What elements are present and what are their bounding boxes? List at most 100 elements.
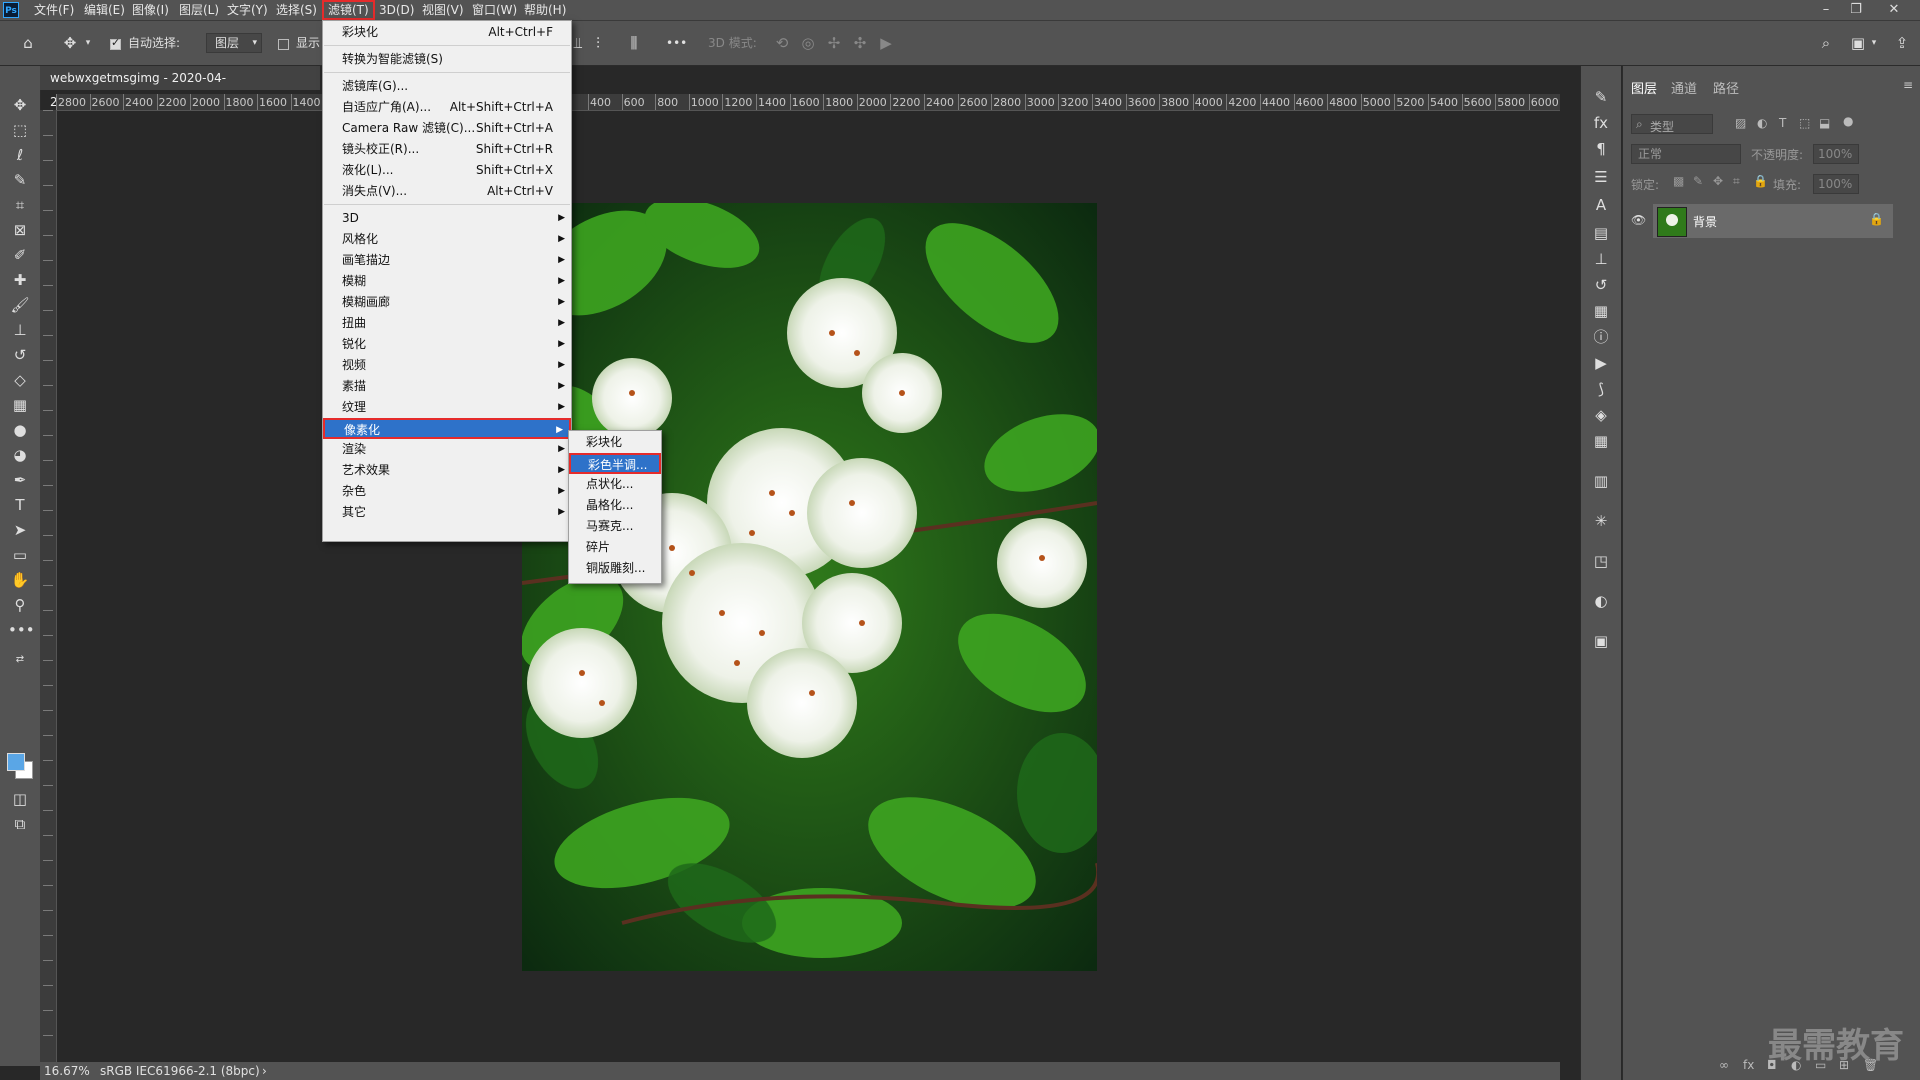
- menu-view[interactable]: 视图(V): [418, 0, 468, 20]
- 3d-scale-icon[interactable]: ▶: [876, 33, 896, 53]
- lock-position-icon[interactable]: ✥: [1713, 174, 1723, 188]
- adjustments-icon[interactable]: ☰: [1589, 166, 1613, 188]
- filter-menu-item[interactable]: 风格化 ▶: [323, 229, 571, 250]
- info-icon[interactable]: ⓘ: [1589, 326, 1613, 348]
- move-tool-icon[interactable]: ✥: [60, 33, 80, 53]
- pixelate-submenu-item[interactable]: 碎片: [569, 537, 661, 558]
- tab-channels[interactable]: 通道: [1671, 78, 1697, 97]
- filter-menu-item[interactable]: 模糊 ▶: [323, 271, 571, 292]
- healing-brush-icon[interactable]: ✚: [8, 269, 32, 291]
- filter-menu-item[interactable]: 模糊画廊 ▶: [323, 292, 571, 313]
- photoshop-logo-icon[interactable]: Ps: [3, 2, 19, 18]
- menu-3d[interactable]: 3D(D): [375, 0, 418, 20]
- layer-row-background[interactable]: 👁 背景 🔒: [1631, 204, 1893, 238]
- filter-menu-item[interactable]: Camera Raw 滤镜(C)... Shift+Ctrl+A: [323, 118, 571, 139]
- tab-layers[interactable]: 图层: [1631, 78, 1657, 97]
- filter-menu-item[interactable]: 纹理 ▶: [323, 397, 571, 418]
- chevron-down-icon[interactable]: ▾: [82, 33, 94, 53]
- filter-menu-item[interactable]: 消失点(V)... Alt+Ctrl+V: [323, 181, 571, 202]
- properties-icon[interactable]: ▤: [1589, 222, 1613, 244]
- filter-menu-item[interactable]: 锐化 ▶: [323, 334, 571, 355]
- actions-icon[interactable]: ▶: [1589, 352, 1613, 374]
- filter-menu-item[interactable]: 渲染 ▶: [323, 439, 571, 460]
- filter-menu-item[interactable]: 彩块化 Alt+Ctrl+F: [323, 22, 571, 43]
- eraser-tool-icon[interactable]: ◇: [8, 369, 32, 391]
- gradient-panel-icon[interactable]: ▣: [1589, 630, 1613, 652]
- brush-tool-icon[interactable]: 🖌: [8, 294, 32, 316]
- menu-select[interactable]: 选择(S): [272, 0, 321, 20]
- pixelate-submenu-item[interactable]: 铜版雕刻...: [569, 558, 661, 579]
- menu-help[interactable]: 帮助(H): [520, 0, 570, 20]
- menu-filter[interactable]: 滤镜(T): [322, 0, 375, 20]
- pixelate-submenu-item[interactable]: 晶格化...: [569, 495, 661, 516]
- 3d-roll-icon[interactable]: ◎: [798, 33, 818, 53]
- dodge-tool-icon[interactable]: ◕: [8, 444, 32, 466]
- table-icon[interactable]: ▦: [1589, 430, 1613, 452]
- menu-edit[interactable]: 编辑(E): [80, 0, 129, 20]
- libraries-icon[interactable]: ◳: [1589, 550, 1613, 572]
- filter-menu-item[interactable]: 液化(L)... Shift+Ctrl+X: [323, 160, 571, 181]
- 3d-icon[interactable]: ◈: [1589, 404, 1613, 426]
- crop-tool-icon[interactable]: ⌗: [8, 194, 32, 216]
- swap-colors-icon[interactable]: ⇄: [8, 649, 32, 671]
- minimize-icon[interactable]: –: [1812, 0, 1840, 20]
- notes-icon[interactable]: ▥: [1589, 470, 1613, 492]
- filter-smart-icon[interactable]: ⬓: [1819, 116, 1830, 130]
- link-layers-icon[interactable]: ∞: [1719, 1058, 1729, 1072]
- filter-pixel-icon[interactable]: ▨: [1735, 116, 1746, 130]
- blend-mode-dropdown[interactable]: 正常: [1631, 144, 1741, 164]
- lock-pixels-icon[interactable]: ✎: [1693, 174, 1703, 188]
- filter-shape-icon[interactable]: ⬚: [1799, 116, 1810, 130]
- clone-source-icon[interactable]: ⊥: [1589, 248, 1613, 270]
- filter-menu-item[interactable]: 画笔描边 ▶: [323, 250, 571, 271]
- auto-select-target-dropdown[interactable]: 图层 ▾: [206, 33, 262, 53]
- adjustment-layer-icon[interactable]: ◐: [1589, 590, 1613, 612]
- filter-menu-item[interactable]: 扭曲 ▶: [323, 313, 571, 334]
- menu-layer[interactable]: 图层(L): [175, 0, 223, 20]
- paths-icon[interactable]: ⟆: [1589, 378, 1613, 400]
- pen-tool-icon[interactable]: ✒: [8, 469, 32, 491]
- add-style-icon[interactable]: fx: [1743, 1058, 1754, 1072]
- gradient-tool-icon[interactable]: ▦: [8, 394, 32, 416]
- share-icon[interactable]: ⇪: [1892, 33, 1912, 53]
- menu-file[interactable]: 文件(F): [30, 0, 78, 20]
- edit-toolbar-icon[interactable]: •••: [8, 619, 35, 641]
- pixelate-submenu-item[interactable]: 点状化...: [569, 474, 661, 495]
- filter-menu-item[interactable]: 3D ▶: [323, 208, 571, 229]
- brushes-icon[interactable]: ✳: [1589, 510, 1613, 532]
- zoom-level[interactable]: 16.67%: [44, 1062, 90, 1080]
- filter-adjust-icon[interactable]: ◐: [1757, 116, 1767, 130]
- home-icon[interactable]: ⌂: [16, 33, 40, 53]
- history-brush-icon[interactable]: ↺: [8, 344, 32, 366]
- zoom-tool-icon[interactable]: ⚲: [8, 594, 32, 616]
- history-icon[interactable]: ↺: [1589, 274, 1613, 296]
- move-tool-icon[interactable]: ✥: [8, 94, 32, 116]
- pixelate-submenu-item[interactable]: 彩块化: [569, 432, 661, 453]
- document-tab[interactable]: webwxgetmsgimg - 2020-04-21T154928.289.j…: [40, 66, 320, 109]
- brush-settings-icon[interactable]: ✎: [1589, 86, 1613, 108]
- type-tool-icon[interactable]: T: [8, 494, 32, 516]
- filter-type-icon[interactable]: T: [1779, 116, 1786, 130]
- chevron-down-icon[interactable]: ▾: [1868, 33, 1880, 53]
- quick-select-tool-icon[interactable]: ✎: [8, 169, 32, 191]
- tab-paths[interactable]: 路径: [1713, 78, 1739, 97]
- filter-menu-item[interactable]: 杂色 ▶: [323, 481, 571, 502]
- clone-stamp-icon[interactable]: ⊥: [8, 319, 32, 341]
- screen-mode-icon[interactable]: ⧉: [8, 813, 32, 835]
- close-icon[interactable]: ✕: [1880, 0, 1908, 20]
- lock-transparent-icon[interactable]: ▩: [1673, 174, 1684, 188]
- 3d-pan-icon[interactable]: ✢: [824, 33, 844, 53]
- hand-tool-icon[interactable]: ✋: [8, 569, 32, 591]
- filter-menu-item[interactable]: 像素化 ▶: [323, 418, 571, 439]
- opacity-input[interactable]: 100%: [1813, 144, 1859, 164]
- filter-menu-item[interactable]: 其它 ▶: [323, 502, 571, 523]
- lasso-tool-icon[interactable]: ℓ: [8, 144, 32, 166]
- menu-type[interactable]: 文字(Y): [223, 0, 272, 20]
- chevron-right-icon[interactable]: ›: [262, 1062, 267, 1080]
- filter-menu-item[interactable]: 滤镜库(G)...: [323, 76, 571, 97]
- 3d-orbit-icon[interactable]: ⟲: [772, 33, 792, 53]
- path-select-icon[interactable]: ➤: [8, 519, 32, 541]
- auto-select-checkbox[interactable]: [110, 36, 121, 50]
- eyedropper-tool-icon[interactable]: ✐: [8, 244, 32, 266]
- filter-menu-item[interactable]: 镜头校正(R)... Shift+Ctrl+R: [323, 139, 571, 160]
